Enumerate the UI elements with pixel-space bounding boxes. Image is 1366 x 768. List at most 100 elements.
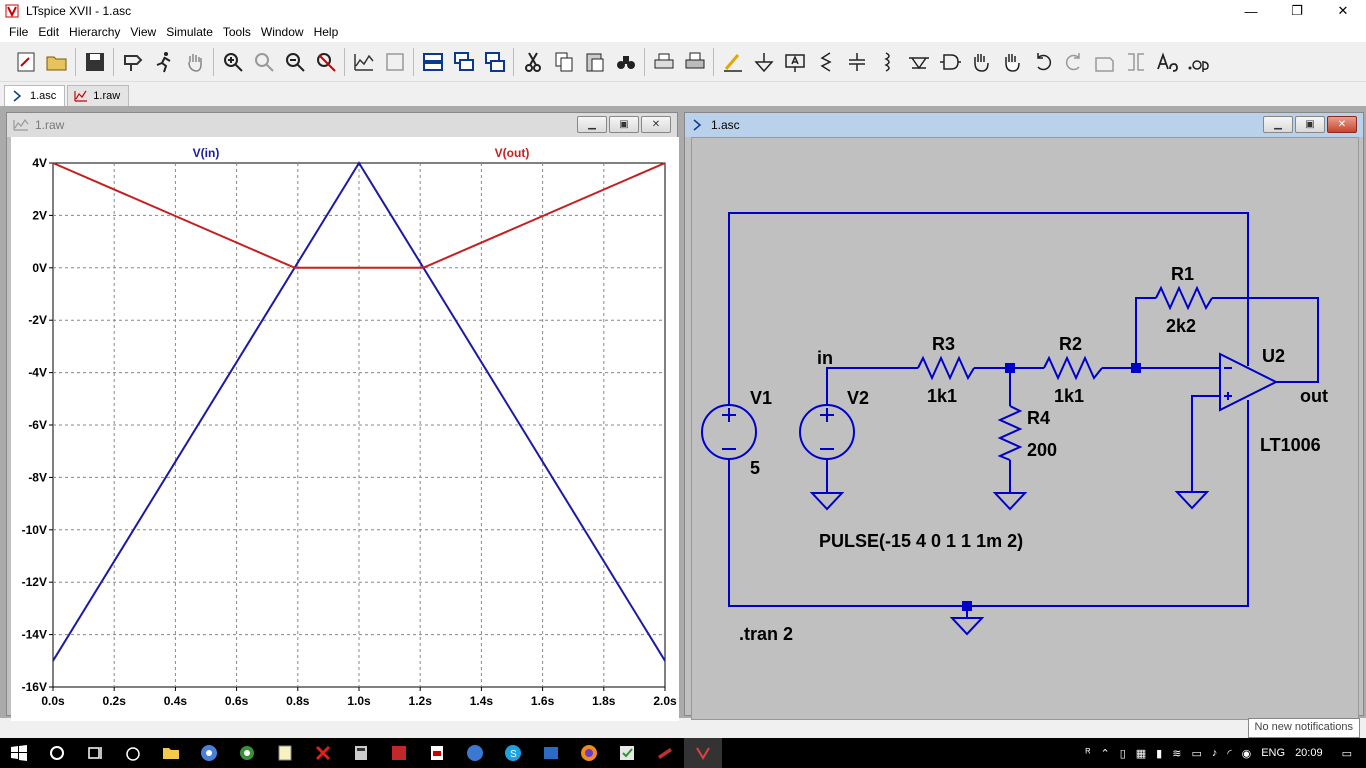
battery-icon[interactable]: ▭ [1186, 747, 1206, 760]
zoom-in-icon[interactable] [217, 46, 248, 78]
minimize-button[interactable]: — [1228, 0, 1274, 22]
notification-dot-icon[interactable]: ▮ [1151, 747, 1167, 760]
app-blue-icon[interactable] [456, 738, 494, 768]
resistor-icon[interactable] [810, 46, 841, 78]
move-icon[interactable] [965, 46, 996, 78]
schematic-drawing[interactable]: V1 5 V2 in R3 1k1 R2 1k1 R1 2k2 R4 200 U… [692, 138, 1360, 721]
component-icon[interactable] [934, 46, 965, 78]
inductor-icon[interactable] [872, 46, 903, 78]
x-app-icon[interactable] [304, 738, 342, 768]
waveform-window[interactable]: 1.raw ▁ ▣ ✕ 0.0s 0.2s 0.4s 0.6s 0.8s 1.0s 1.2s… [6, 112, 679, 721]
schematic-window-titlebar[interactable]: 1.asc ▁ ▣ ✕ [685, 113, 1363, 137]
usb-icon[interactable]: ▯ [1115, 747, 1131, 760]
waveform-close-button[interactable]: ✕ [641, 116, 671, 133]
app-pdf-icon[interactable] [418, 738, 456, 768]
tran-directive[interactable]: .tran 2 [739, 624, 793, 644]
print-icon[interactable] [648, 46, 679, 78]
draw-wire-icon[interactable] [717, 46, 748, 78]
cascade-icon[interactable] [448, 46, 479, 78]
fit-icon[interactable] [379, 46, 410, 78]
app-stack-icon[interactable] [646, 738, 684, 768]
menu-window[interactable]: Window [256, 25, 309, 39]
schematic-minimize-button[interactable]: ▁ [1263, 116, 1293, 133]
file-explorer-icon[interactable] [152, 738, 190, 768]
waveform-minimize-button[interactable]: ▁ [577, 116, 607, 133]
skype-icon[interactable]: S [494, 738, 532, 768]
menu-tools[interactable]: Tools [218, 25, 256, 39]
action-center-icon[interactable]: ▭ [1328, 747, 1366, 760]
cut-icon[interactable] [517, 46, 548, 78]
settings-icon[interactable] [228, 738, 266, 768]
tab-waveform[interactable]: 1.raw [67, 85, 130, 106]
menu-edit[interactable]: Edit [33, 25, 64, 39]
start-icon[interactable] [0, 738, 38, 768]
find-icon[interactable] [610, 46, 641, 78]
spice-directive-icon[interactable] [1182, 46, 1213, 78]
copy-icon[interactable] [548, 46, 579, 78]
calculator-icon[interactable] [342, 738, 380, 768]
print-setup-icon[interactable] [679, 46, 710, 78]
app-red-icon[interactable] [380, 738, 418, 768]
schematic-window[interactable]: 1.asc ▁ ▣ ✕ V1 5 V2 in R3 1k1 R2 1k1 R1 … [684, 112, 1364, 720]
schematic-canvas[interactable]: V1 5 V2 in R3 1k1 R2 1k1 R1 2k2 R4 200 U… [691, 137, 1359, 720]
zoom-cancel-icon[interactable] [310, 46, 341, 78]
clock[interactable]: 20:09 [1290, 747, 1328, 759]
firefox-icon[interactable] [570, 738, 608, 768]
wifi-icon[interactable]: ≋ [1167, 747, 1186, 760]
tab-schematic[interactable]: 1.asc [4, 85, 66, 106]
pan-icon[interactable] [179, 46, 210, 78]
app-alarm-icon[interactable] [114, 738, 152, 768]
connect-icon[interactable]: ◜ [1222, 747, 1236, 760]
chevron-up-icon[interactable]: ⌃ [1095, 747, 1114, 760]
chrome-tray-icon[interactable]: ◉ [1237, 747, 1257, 760]
notepad-icon[interactable] [266, 738, 304, 768]
capacitor-icon[interactable] [841, 46, 872, 78]
waveform-plot-area[interactable]: 0.0s 0.2s 0.4s 0.6s 0.8s 1.0s 1.2s 1.4s 1.6s 1.8s… [11, 137, 679, 721]
app-outlook-icon[interactable] [532, 738, 570, 768]
volume-icon[interactable]: ♪ [1207, 747, 1223, 759]
open-icon[interactable] [41, 46, 72, 78]
redo-icon[interactable] [1058, 46, 1089, 78]
drag-icon[interactable] [996, 46, 1027, 78]
search-icon[interactable] [38, 738, 76, 768]
app-green-icon[interactable] [608, 738, 646, 768]
restore-button[interactable]: ❐ [1274, 0, 1320, 22]
trace-label-vin[interactable]: V(in) [193, 146, 220, 160]
zoom-full-icon[interactable] [248, 46, 279, 78]
zoom-out-icon[interactable] [279, 46, 310, 78]
defender-icon[interactable]: ▦ [1131, 747, 1151, 760]
schematic-close-button[interactable]: ✕ [1327, 116, 1357, 133]
new-schematic-icon[interactable] [10, 46, 41, 78]
menu-simulate[interactable]: Simulate [161, 25, 218, 39]
rotate-icon[interactable] [1089, 46, 1120, 78]
menu-help[interactable]: Help [309, 25, 344, 39]
diode-icon[interactable] [903, 46, 934, 78]
tile-vertical-icon[interactable] [479, 46, 510, 78]
task-view-icon[interactable] [76, 738, 114, 768]
waveform-window-titlebar[interactable]: 1.raw ▁ ▣ ✕ [7, 113, 677, 137]
trace-label-vout[interactable]: V(out) [495, 146, 530, 160]
autorange-icon[interactable] [348, 46, 379, 78]
run-icon[interactable] [148, 46, 179, 78]
language-indicator[interactable]: ENG [1256, 747, 1290, 759]
schematic-maximize-button[interactable]: ▣ [1295, 116, 1325, 133]
menu-view[interactable]: View [125, 25, 161, 39]
menu-hierarchy[interactable]: Hierarchy [64, 25, 125, 39]
menu-file[interactable]: File [4, 25, 33, 39]
save-icon[interactable] [79, 46, 110, 78]
mirror-icon[interactable] [1120, 46, 1151, 78]
undo-icon[interactable] [1027, 46, 1058, 78]
paste-icon[interactable] [579, 46, 610, 78]
tile-horizontal-icon[interactable] [417, 46, 448, 78]
label-net-icon[interactable] [779, 46, 810, 78]
waveform-maximize-button[interactable]: ▣ [609, 116, 639, 133]
ltspice-icon[interactable] [684, 738, 722, 768]
waveform-plot[interactable]: 0.0s 0.2s 0.4s 0.6s 0.8s 1.0s 1.2s 1.4s 1.6s 1.8s… [11, 137, 679, 721]
close-button[interactable]: ✕ [1320, 0, 1366, 22]
ground-icon[interactable] [748, 46, 779, 78]
chrome-icon[interactable] [190, 738, 228, 768]
pulse-directive[interactable]: PULSE(-15 4 0 1 1 1m 2) [819, 531, 1023, 551]
control-panel-icon[interactable] [117, 46, 148, 78]
people-icon[interactable]: ᴿ [1081, 747, 1096, 759]
text-icon[interactable] [1151, 46, 1182, 78]
